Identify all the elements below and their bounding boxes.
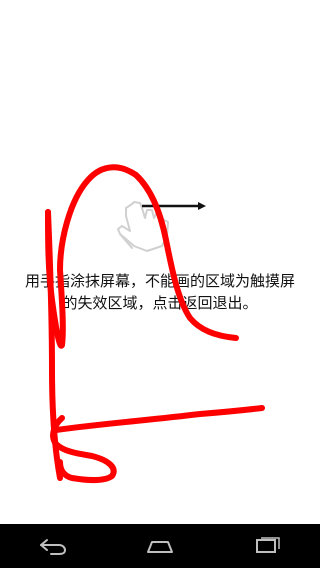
instruction-line-1: 用手指涂抹屏幕，不能画的区域为触摸屏 (24, 272, 295, 290)
home-button[interactable] (130, 524, 190, 568)
recent-apps-button[interactable] (237, 524, 297, 568)
finger-drawing-canvas (45, 164, 265, 483)
home-icon (146, 541, 173, 553)
instruction-line-2: 的失效区域，点击返回退出。 (62, 294, 258, 312)
instruction-text: 用手指涂抹屏幕，不能画的区域为触摸屏 的失效区域，点击返回退出。 (0, 270, 320, 314)
drawing-stroke-horizontal (53, 405, 265, 433)
touchscreen-test-screen[interactable]: 用手指涂抹屏幕，不能画的区域为触摸屏 的失效区域，点击返回退出。 (0, 0, 320, 568)
arrow-right-icon (142, 202, 206, 210)
hand-icon (117, 201, 169, 252)
swipe-hint-icon (117, 201, 206, 252)
drawing-stroke-loop (50, 415, 117, 483)
recent-apps-icon (255, 537, 280, 553)
drawing-stroke-vertical (45, 209, 63, 481)
back-button[interactable] (23, 524, 83, 568)
back-arrow-icon (40, 539, 67, 555)
system-navigation-bar (0, 524, 320, 568)
